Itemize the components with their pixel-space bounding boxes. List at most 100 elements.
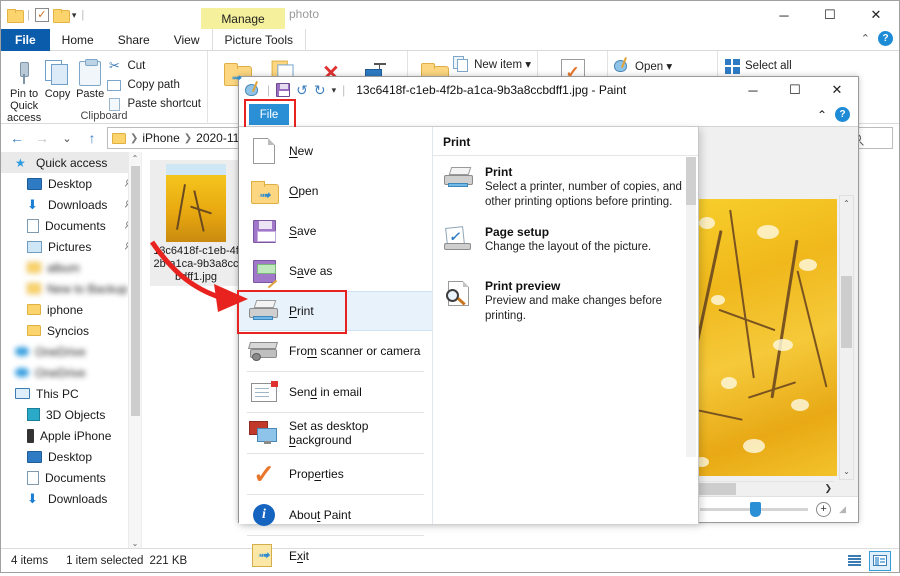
sidebar-item-new-to-backup[interactable]: New to Backup xyxy=(1,278,141,299)
print-option-print[interactable]: Print Select a printer, number of copies… xyxy=(433,156,698,216)
tab-view[interactable]: View xyxy=(162,29,212,51)
copy-path-button[interactable]: Copy path xyxy=(106,77,201,93)
zoom-in-button[interactable]: + xyxy=(816,502,832,517)
sidebar-item-quick-access[interactable]: ★ Quick access xyxy=(1,152,141,173)
cut-button[interactable]: ✂ Cut xyxy=(106,58,201,74)
menu-item-from-scanner-or-camera[interactable]: From scanner or camera xyxy=(239,331,432,371)
resize-grip-icon[interactable]: ◢ xyxy=(839,504,846,515)
new-folder-icon[interactable] xyxy=(52,9,70,23)
recent-locations-button[interactable]: ⌄ xyxy=(57,132,77,145)
menu-item-label: New xyxy=(289,144,314,158)
menu-item-label: About Paint xyxy=(289,508,352,522)
help-icon[interactable]: ? xyxy=(878,31,893,46)
sidebar-item-label: OneDrive xyxy=(35,344,86,359)
menu-item-open[interactable]: ➟ Open xyxy=(239,171,432,211)
print-option-print-preview[interactable]: Print preview Preview and make changes b… xyxy=(433,261,698,330)
print-preview-description: Preview and make changes before printing… xyxy=(485,295,663,322)
paint-maximize-button[interactable]: ☐ xyxy=(774,77,816,103)
customize-caret-icon[interactable]: ▾ xyxy=(332,85,337,96)
sidebar-item-label: Documents xyxy=(45,218,106,233)
menu-item-about-paint[interactable]: i About Paint xyxy=(239,495,432,535)
new-document-icon xyxy=(249,137,279,165)
up-button[interactable]: ↑ xyxy=(82,130,102,146)
sidebar-item-documents[interactable]: Documents⚲ xyxy=(1,215,141,236)
sidebar-item-3d-objects[interactable]: 3D Objects xyxy=(1,404,141,425)
file-tab-highlight-box xyxy=(244,99,296,129)
zoom-slider[interactable] xyxy=(700,502,809,517)
ribbon-collapse-icon[interactable]: ⌃ xyxy=(861,32,870,45)
breadcrumb-separator-1: ❯ xyxy=(130,132,139,144)
printer-icon xyxy=(443,165,475,210)
sidebar-item-desktop[interactable]: Desktop xyxy=(1,446,141,467)
paint-close-button[interactable]: ✕ xyxy=(816,77,858,103)
details-view-button[interactable] xyxy=(869,550,891,571)
sidebar-item-apple-iphone[interactable]: Apple iPhone xyxy=(1,425,141,446)
sidebar-item-onedrive[interactable]: OneDrive xyxy=(1,362,141,383)
folder-icon[interactable] xyxy=(7,9,24,23)
sidebar-item-this-pc[interactable]: This PC xyxy=(1,383,141,404)
menu-item-exit[interactable]: ➟ Exit xyxy=(239,536,432,576)
forward-button[interactable]: → xyxy=(32,130,52,146)
vscroll-thumb[interactable] xyxy=(841,276,852,348)
tab-share[interactable]: Share xyxy=(106,29,162,51)
sidebar-item-label: New to Backup xyxy=(47,281,128,296)
sidebar-item-album[interactable]: album xyxy=(1,257,141,278)
explorer-minimize-button[interactable]: ─ xyxy=(761,1,807,29)
menu-item-properties[interactable]: ✓ Properties xyxy=(239,454,432,494)
help-icon[interactable]: ? xyxy=(835,107,850,122)
explorer-maximize-button[interactable]: ☐ xyxy=(807,1,853,29)
print-options-panel: Print Print Select a printer, number of … xyxy=(433,127,698,524)
open-with-button[interactable]: Open ▾ xyxy=(614,57,672,74)
back-button[interactable]: ← xyxy=(7,130,27,146)
ribbon-collapse-icon[interactable]: ⌃ xyxy=(817,108,827,122)
list-view-button[interactable] xyxy=(843,551,865,571)
sidebar-item-downloads[interactable]: ⬇Downloads⚲ xyxy=(1,194,141,215)
nav-pane-scrollbar[interactable]: ⌃ ⌄ xyxy=(128,152,141,550)
tab-home[interactable]: Home xyxy=(50,29,106,51)
redo-icon[interactable]: ↻ xyxy=(314,82,326,99)
sidebar-item-label: iphone xyxy=(47,302,84,317)
menu-item-print[interactable]: Print▸ xyxy=(237,290,441,334)
paint-minimize-button[interactable]: ─ xyxy=(732,77,774,103)
canvas-vertical-scrollbar[interactable]: ⌃ ⌄ xyxy=(839,195,854,480)
menu-item-save-as[interactable]: Save as▸ xyxy=(239,251,441,291)
print-panel-scroll-thumb[interactable] xyxy=(686,157,696,205)
save-icon[interactable] xyxy=(276,83,291,97)
sidebar-item-label: This PC xyxy=(36,386,79,401)
undo-icon[interactable]: ↺ xyxy=(296,82,308,99)
menu-item-new[interactable]: New xyxy=(239,131,432,171)
paint-image-canvas[interactable] xyxy=(687,199,837,476)
menu-item-set-as-desktop-background[interactable]: Set as desktop background▸ xyxy=(239,413,441,453)
exit-icon: ➟ xyxy=(249,542,279,570)
scroll-down-icon[interactable]: ⌄ xyxy=(840,464,853,479)
sidebar-item-downloads[interactable]: ⬇ Downloads xyxy=(1,488,141,509)
menu-item-save[interactable]: Save xyxy=(239,211,432,251)
sidebar-item-syncios[interactable]: Syncios xyxy=(1,320,141,341)
sidebar-item-iphone[interactable]: iphone xyxy=(1,299,141,320)
print-panel-scrollbar[interactable] xyxy=(686,157,696,457)
zoom-slider-knob[interactable] xyxy=(750,502,762,517)
sidebar-item-onedrive[interactable]: OneDrive xyxy=(1,341,141,362)
scroll-right-icon[interactable]: ❯ xyxy=(824,483,832,494)
properties-icon[interactable]: ✓ xyxy=(34,8,49,22)
new-item-button[interactable]: New item ▾ xyxy=(453,55,531,72)
nav-scroll-up-icon[interactable]: ⌃ xyxy=(129,152,141,165)
sidebar-item-documents[interactable]: Documents xyxy=(1,467,141,488)
sidebar-item-pictures[interactable]: Pictures⚲ xyxy=(1,236,141,257)
paint-qat-divider-2: | xyxy=(342,83,346,97)
explorer-close-button[interactable]: ✕ xyxy=(853,1,899,29)
sidebar-item-desktop[interactable]: Desktop⚲ xyxy=(1,173,141,194)
select-all-button[interactable]: Select all xyxy=(724,58,792,74)
nav-scroll-thumb[interactable] xyxy=(131,166,140,416)
file-item[interactable]: 13c6418f-c1eb-4f2b-a1ca-9b3a8ccbdff1.jpg xyxy=(150,160,242,286)
tab-file[interactable]: File xyxy=(1,29,50,51)
explorer-window-title: photo xyxy=(289,7,320,21)
tab-picture-tools[interactable]: Picture Tools xyxy=(211,29,306,51)
explorer-quick-access-toolbar: | ✓ ▾ | xyxy=(7,8,85,23)
breadcrumb-iphone[interactable]: iPhone xyxy=(142,131,179,145)
menu-item-send-in-email[interactable]: Send in email xyxy=(239,372,432,412)
print-option-page-setup[interactable]: ✓ Page setup Change the layout of the pi… xyxy=(433,216,698,261)
scroll-up-icon[interactable]: ⌃ xyxy=(840,196,853,211)
customize-caret-icon[interactable]: ▾ xyxy=(72,10,77,21)
contextual-tab-manage[interactable]: Manage xyxy=(201,8,285,29)
